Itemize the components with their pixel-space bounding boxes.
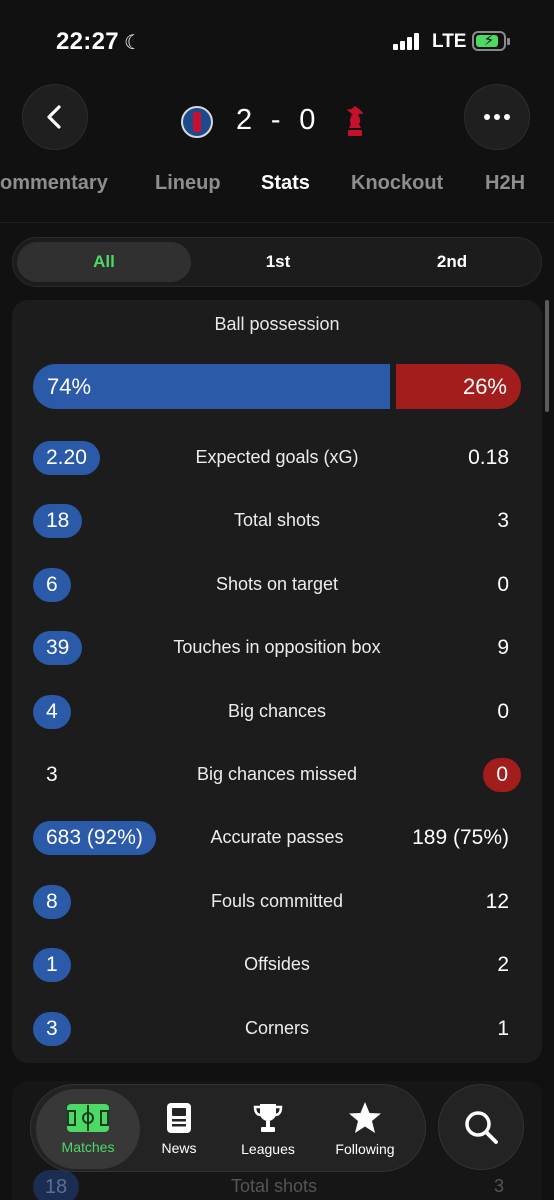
stat-home-value: 683 (92%) [33, 821, 156, 855]
stat-row: 8 Fouls committed 12 [12, 885, 542, 923]
ghost-away-value: 3 [494, 1176, 505, 1196]
possession-title: Ball possession [214, 314, 340, 334]
star-icon [349, 1102, 381, 1133]
score-separator: - [270, 104, 282, 136]
stat-name: Total shots [233, 510, 321, 530]
stat-home-value: 2.20 [33, 441, 100, 475]
period-second-half-button[interactable]: 2nd [365, 242, 539, 282]
stat-name: Big chances [227, 701, 327, 721]
stat-row: 39 Touches in opposition box 9 [12, 631, 542, 669]
more-options-button[interactable] [464, 84, 530, 150]
stats-card: Ball possession 74% 26% 2.20 Expected goa… [12, 300, 542, 1063]
possession-away-label: 26% [462, 373, 507, 399]
chevron-left-icon [47, 105, 61, 129]
status-bar: 22:27 ☾ LTE ⚡ [0, 0, 554, 80]
possession-bar: 74% 26% [33, 364, 521, 409]
stat-row: 1 Offsides 2 [12, 948, 542, 986]
stat-away-value: 3 [497, 509, 509, 532]
back-button[interactable] [22, 84, 88, 150]
stat-away-value: 2 [497, 953, 509, 976]
stat-name: Touches in opposition box [173, 637, 381, 657]
trophy-icon [253, 1104, 283, 1132]
ghost-home-value: 18 [33, 1170, 79, 1200]
tab-lineup[interactable]: Lineup [155, 172, 221, 195]
possession-home-segment: 74% [33, 364, 390, 409]
match-score: 2 - 0 [236, 104, 316, 137]
match-tabs: ommentary Lineup Stats Knockout H2H [0, 172, 554, 206]
stat-row: 4 Big chances 0 [12, 695, 542, 733]
stat-home-value: 3 [46, 763, 58, 786]
stat-name: Fouls committed [210, 891, 344, 911]
stat-home-value: 1 [33, 948, 71, 982]
battery-charging-icon: ⚡ [472, 31, 510, 51]
psg-crest-icon[interactable] [181, 106, 213, 138]
ghost-stat-name: Total shots [231, 1176, 318, 1196]
moon-icon: ☾ [124, 32, 142, 54]
search-icon [465, 1111, 498, 1144]
stat-row: 18 Total shots 3 [12, 504, 542, 542]
stat-row: 2.20 Expected goals (xG) 0.18 [12, 441, 542, 479]
nav-matches[interactable]: Matches [36, 1089, 140, 1169]
stat-home-value: 6 [33, 568, 71, 602]
stat-row: 3 Big chances missed 0 [12, 758, 542, 796]
tab-stats[interactable]: Stats [261, 172, 310, 195]
news-icon [167, 1103, 191, 1133]
nav-leagues[interactable]: Leagues [233, 1085, 303, 1173]
network-type: LTE [432, 31, 467, 52]
stat-home-value: 39 [33, 631, 83, 665]
nav-following[interactable]: Following [325, 1085, 405, 1173]
signal-icon [393, 32, 421, 50]
nav-label-matches: Matches [61, 1139, 115, 1155]
possession-home-label: 74% [47, 373, 92, 399]
stat-name: Big chances missed [196, 764, 358, 784]
stat-away-value: 189 (75%) [412, 826, 509, 849]
stat-away-value: 0 [497, 700, 509, 723]
stat-home-value: 4 [33, 695, 71, 729]
stat-home-value: 8 [33, 885, 71, 919]
stat-home-value: 18 [33, 504, 83, 538]
search-button[interactable] [438, 1084, 524, 1170]
stat-name: Expected goals (xG) [195, 447, 359, 467]
stat-name: Shots on target [215, 574, 339, 594]
away-score: 0 [299, 104, 317, 136]
nav-news[interactable]: News [148, 1085, 210, 1173]
stat-away-value: 0 [483, 758, 521, 792]
stat-row: 6 Shots on target 0 [12, 568, 542, 606]
status-time: 22:27 [56, 28, 119, 55]
tab-knockout[interactable]: Knockout [351, 172, 443, 195]
more-dots-icon [484, 114, 510, 120]
period-switch: All 1st 2nd [12, 237, 542, 287]
stat-away-value: 0.18 [468, 446, 509, 469]
stat-away-value: 1 [497, 1017, 509, 1040]
period-first-half-button[interactable]: 1st [191, 242, 365, 282]
tab-h2h[interactable]: H2H [485, 172, 525, 195]
period-all-button[interactable]: All [17, 242, 191, 282]
nav-label-leagues: Leagues [241, 1141, 295, 1157]
tab-commentary[interactable]: ommentary [0, 172, 108, 195]
stat-name: Corners [244, 1018, 310, 1038]
stat-home-value: 3 [33, 1012, 71, 1046]
stat-row: 3 Corners 1 [12, 1012, 542, 1050]
possession-away-segment: 26% [396, 364, 521, 409]
pitch-icon [67, 1104, 109, 1132]
bottom-navigation: Matches News Leagues Following [30, 1084, 426, 1172]
nav-label-following: Following [335, 1141, 395, 1157]
liverpool-crest-icon[interactable] [344, 104, 366, 138]
tabs-divider [0, 222, 554, 223]
stat-name: Accurate passes [210, 827, 344, 847]
stat-name: Offsides [244, 954, 310, 974]
stat-row: 683 (92%) Accurate passes 189 (75%) [12, 821, 542, 859]
stat-away-value: 0 [497, 573, 509, 596]
scrollbar[interactable] [545, 300, 549, 412]
home-score: 2 [236, 104, 254, 136]
stat-away-value: 9 [497, 636, 509, 659]
stat-away-value: 12 [485, 890, 509, 913]
nav-label-news: News [161, 1140, 197, 1156]
